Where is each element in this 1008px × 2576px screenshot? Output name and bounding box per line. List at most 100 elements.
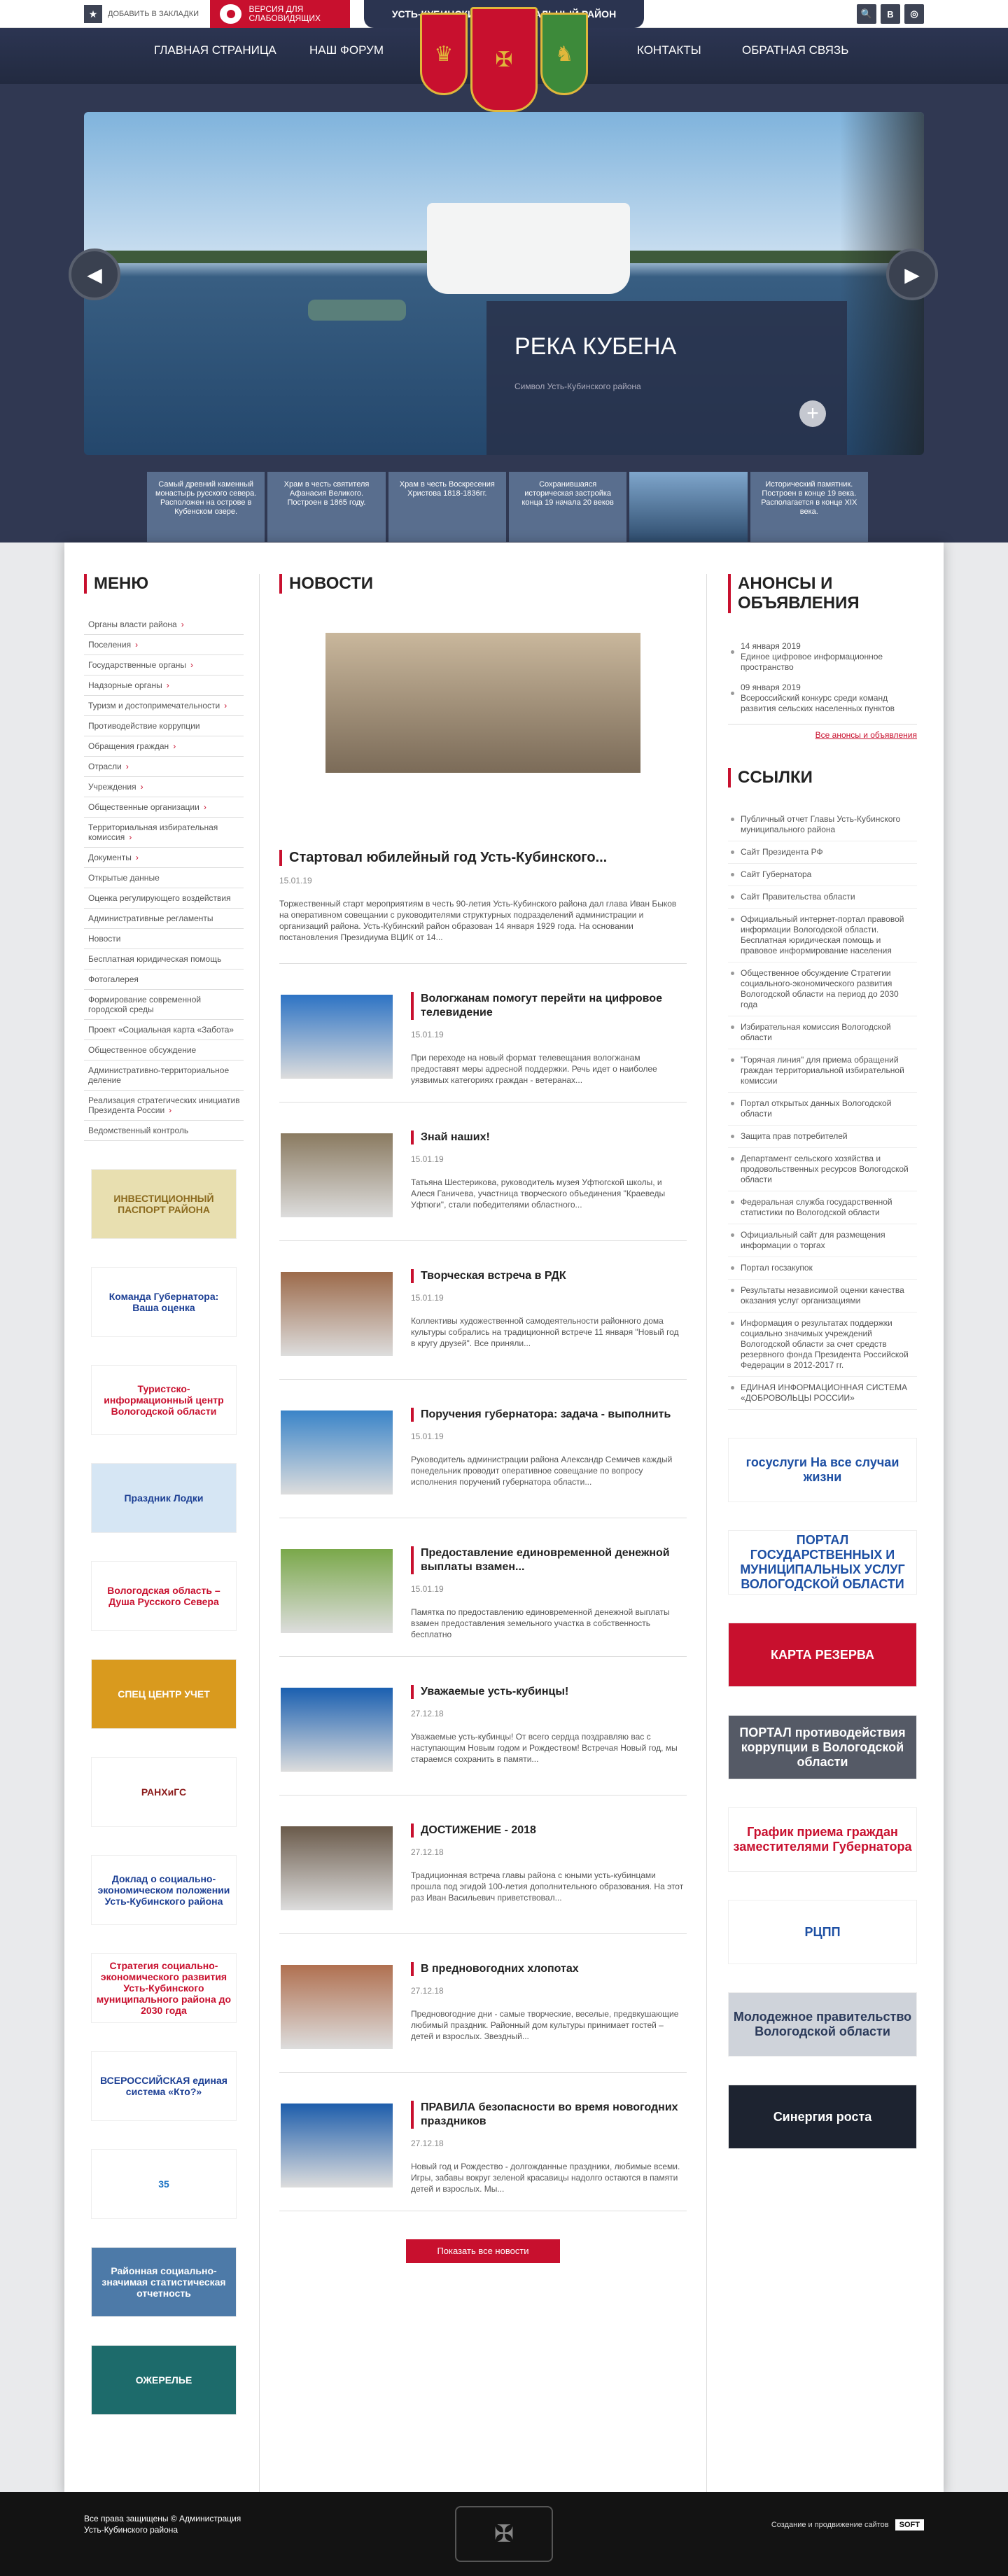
sidebar-banner[interactable]: РАНХиГС bbox=[91, 1757, 237, 1827]
menu-item[interactable]: Проект «Социальная карта «Забота» bbox=[84, 1020, 244, 1040]
menu-item[interactable]: Общественные организации › bbox=[84, 797, 244, 818]
news-title[interactable]: Поручения губернатора: задача - выполнит… bbox=[411, 1408, 684, 1422]
news-image[interactable] bbox=[281, 1965, 393, 2049]
news-title[interactable]: Уважаемые усть-кубинцы! bbox=[411, 1685, 684, 1699]
menu-item[interactable]: Реализация стратегических инициатив През… bbox=[84, 1091, 244, 1121]
announcement-item[interactable]: 14 января 2019 Единое цифровое информацио… bbox=[728, 641, 917, 673]
news-image[interactable] bbox=[281, 1133, 393, 1217]
thumbnail[interactable]: Сохранившаяся историческая застройка кон… bbox=[508, 472, 627, 542]
sidebar-banner[interactable]: Районная социально-значимая статистическ… bbox=[91, 2247, 237, 2317]
news-title[interactable]: Знай наших! bbox=[411, 1130, 684, 1144]
sidebar-banner[interactable]: Туристско-информационный центр Вологодск… bbox=[91, 1365, 237, 1435]
nav-contacts[interactable]: КОНТАКТЫ bbox=[637, 43, 701, 57]
link-item[interactable]: Официальный сайт для размещения информац… bbox=[728, 1224, 917, 1257]
show-all-news-button[interactable]: Показать все новости bbox=[406, 2239, 560, 2263]
menu-item[interactable]: Учреждения › bbox=[84, 777, 244, 797]
sidebar-banner[interactable]: Вологодская область – Душа Русского Севе… bbox=[91, 1561, 237, 1631]
right-banner[interactable]: График приема граждан заместителями Губе… bbox=[728, 1807, 917, 1872]
instagram-icon[interactable]: ◎ bbox=[904, 4, 924, 24]
link-item[interactable]: Сайт Правительства области bbox=[728, 886, 917, 909]
sidebar-banner[interactable]: ИНВЕСТИЦИОННЫЙ ПАСПОРТ РАЙОНА bbox=[91, 1169, 237, 1239]
menu-item[interactable]: Противодействие коррупции bbox=[84, 716, 244, 736]
thumbnail[interactable]: Самый древний каменный монастырь русског… bbox=[147, 472, 265, 542]
sidebar-banner[interactable]: Команда Губернатора: Ваша оценка bbox=[91, 1267, 237, 1337]
link-item[interactable]: Публичный отчет Главы Усть-Кубинского му… bbox=[728, 808, 917, 841]
right-banner[interactable]: госуслуги На все случаи жизни bbox=[728, 1438, 917, 1502]
news-image[interactable] bbox=[281, 2104, 393, 2188]
link-item[interactable]: "Горячая линия" для приема обращений гра… bbox=[728, 1049, 917, 1093]
right-banner[interactable]: ПОРТАЛ противодействия коррупции в Волог… bbox=[728, 1715, 917, 1779]
link-item[interactable]: Сайт Губернатора bbox=[728, 864, 917, 886]
nav-feedback[interactable]: ОБРАТНАЯ СВЯЗЬ bbox=[742, 43, 848, 57]
link-item[interactable]: Портал госзакупок bbox=[728, 1257, 917, 1280]
thumbnail[interactable]: Храм в честь Воскресения Христова 1818-1… bbox=[388, 472, 506, 542]
news-title[interactable]: Предоставление единовременной денежной в… bbox=[411, 1546, 684, 1574]
slider-prev-button[interactable]: ◀ bbox=[69, 248, 120, 300]
right-banner[interactable]: Молодежное правительство Вологодской обл… bbox=[728, 1992, 917, 2057]
plus-icon[interactable]: + bbox=[799, 400, 826, 427]
sidebar-banner[interactable]: СПЕЦ ЦЕНТР УЧЕТ bbox=[91, 1659, 237, 1729]
sidebar-banner[interactable]: ВСЕРОССИЙСКАЯ единая система «Кто?» bbox=[91, 2051, 237, 2121]
menu-item[interactable]: Оценка регулирующего воздействия bbox=[84, 888, 244, 909]
link-item[interactable]: ЕДИНАЯ ИНФОРМАЦИОННАЯ СИСТЕМА «ДОБРОВОЛЬ… bbox=[728, 1377, 917, 1410]
menu-item[interactable]: Государственные органы › bbox=[84, 655, 244, 676]
sidebar-banner[interactable]: Праздник Лодки bbox=[91, 1463, 237, 1533]
news-title[interactable]: ПРАВИЛА безопасности во время новогодних… bbox=[411, 2101, 684, 2129]
footer-developer[interactable]: Создание и продвижение сайтов SOFT bbox=[771, 2519, 924, 2530]
menu-item[interactable]: Территориальная избирательная комиссия › bbox=[84, 818, 244, 848]
thumbnail[interactable]: Храм в честь святителя Афанасия Великого… bbox=[267, 472, 386, 542]
announcement-item[interactable]: 09 января 2019 Всероссийский конкурс сред… bbox=[728, 682, 917, 714]
news-image[interactable] bbox=[281, 1549, 393, 1633]
menu-item[interactable]: Ведомственный контроль bbox=[84, 1121, 244, 1141]
impaired-version-button[interactable]: ВЕРСИЯ ДЛЯ СЛАБОВИДЯЩИХ bbox=[210, 0, 350, 28]
sidebar-banner[interactable]: 35 bbox=[91, 2149, 237, 2219]
all-announcements-link[interactable]: Все анонсы и объявления bbox=[728, 724, 917, 740]
sidebar-banner[interactable]: ОЖЕРЕЛЬЕ bbox=[91, 2345, 237, 2415]
menu-item[interactable]: Фотогалерея bbox=[84, 969, 244, 990]
menu-item[interactable]: Надзорные органы › bbox=[84, 676, 244, 696]
link-item[interactable]: Общественное обсуждение Стратегии социал… bbox=[728, 962, 917, 1016]
link-item[interactable]: Защита прав потребителей bbox=[728, 1126, 917, 1148]
link-item[interactable]: Департамент сельского хозяйства и продов… bbox=[728, 1148, 917, 1191]
news-title[interactable]: В предновогодних хлопотах bbox=[411, 1962, 684, 1976]
sidebar-banner[interactable]: Стратегия социально-экономического разви… bbox=[91, 1953, 237, 2023]
news-title[interactable]: ДОСТИЖЕНИЕ - 2018 bbox=[411, 1823, 684, 1837]
menu-item[interactable]: Органы власти района › bbox=[84, 615, 244, 635]
slider-next-button[interactable]: ▶ bbox=[886, 248, 938, 300]
menu-item[interactable]: Туризм и достопримечательности › bbox=[84, 696, 244, 716]
menu-item[interactable]: Административно-территориальное деление bbox=[84, 1060, 244, 1091]
thumbnail[interactable] bbox=[629, 472, 748, 542]
news-title[interactable]: Творческая встреча в РДК bbox=[411, 1269, 684, 1283]
link-item[interactable]: Федеральная служба государственной стати… bbox=[728, 1191, 917, 1224]
menu-item[interactable]: Обращения граждан › bbox=[84, 736, 244, 757]
right-banner[interactable]: РЦПП bbox=[728, 1900, 917, 1964]
menu-item[interactable]: Документы › bbox=[84, 848, 244, 868]
nav-home[interactable]: ГЛАВНАЯ СТРАНИЦА bbox=[154, 43, 276, 57]
news-image[interactable] bbox=[281, 1272, 393, 1356]
link-item[interactable]: Портал открытых данных Вологодской облас… bbox=[728, 1093, 917, 1126]
thumbnail[interactable]: Исторический памятник. Построен в конце … bbox=[750, 472, 868, 542]
menu-item[interactable]: Новости bbox=[84, 929, 244, 949]
news-title[interactable]: Вологжанам помогут перейти на цифровое т… bbox=[411, 992, 684, 1020]
feature-news-title[interactable]: Стартовал юбилейный год Усть-Кубинского.… bbox=[279, 850, 687, 866]
news-image[interactable] bbox=[281, 995, 393, 1079]
right-banner[interactable]: Синергия роста bbox=[728, 2085, 917, 2149]
link-item[interactable]: Результаты независимой оценки качества о… bbox=[728, 1280, 917, 1312]
sidebar-banner[interactable]: Доклад о социально-экономическом положен… bbox=[91, 1855, 237, 1925]
menu-item[interactable]: Бесплатная юридическая помощь bbox=[84, 949, 244, 969]
link-item[interactable]: Избирательная комиссия Вологодской облас… bbox=[728, 1016, 917, 1049]
link-item[interactable]: Официальный интернет-портал правовой инф… bbox=[728, 909, 917, 962]
menu-item[interactable]: Формирование современной городской среды bbox=[84, 990, 244, 1020]
bookmark-link[interactable]: ★ ДОБАВИТЬ В ЗАКЛАДКИ bbox=[84, 4, 199, 24]
link-item[interactable]: Информация о результатах поддержки социа… bbox=[728, 1312, 917, 1377]
menu-item[interactable]: Отрасли › bbox=[84, 757, 244, 777]
menu-item[interactable]: Поселения › bbox=[84, 635, 244, 655]
news-image[interactable] bbox=[281, 1410, 393, 1494]
search-icon[interactable]: 🔍 bbox=[857, 4, 876, 24]
vk-icon[interactable]: В bbox=[881, 4, 900, 24]
nav-forum[interactable]: НАШ ФОРУМ bbox=[309, 43, 384, 57]
menu-item[interactable]: Административные регламенты bbox=[84, 909, 244, 929]
right-banner[interactable]: КАРТА РЕЗЕРВА bbox=[728, 1623, 917, 1687]
news-image[interactable] bbox=[281, 1826, 393, 1910]
link-item[interactable]: Сайт Президента РФ bbox=[728, 841, 917, 864]
